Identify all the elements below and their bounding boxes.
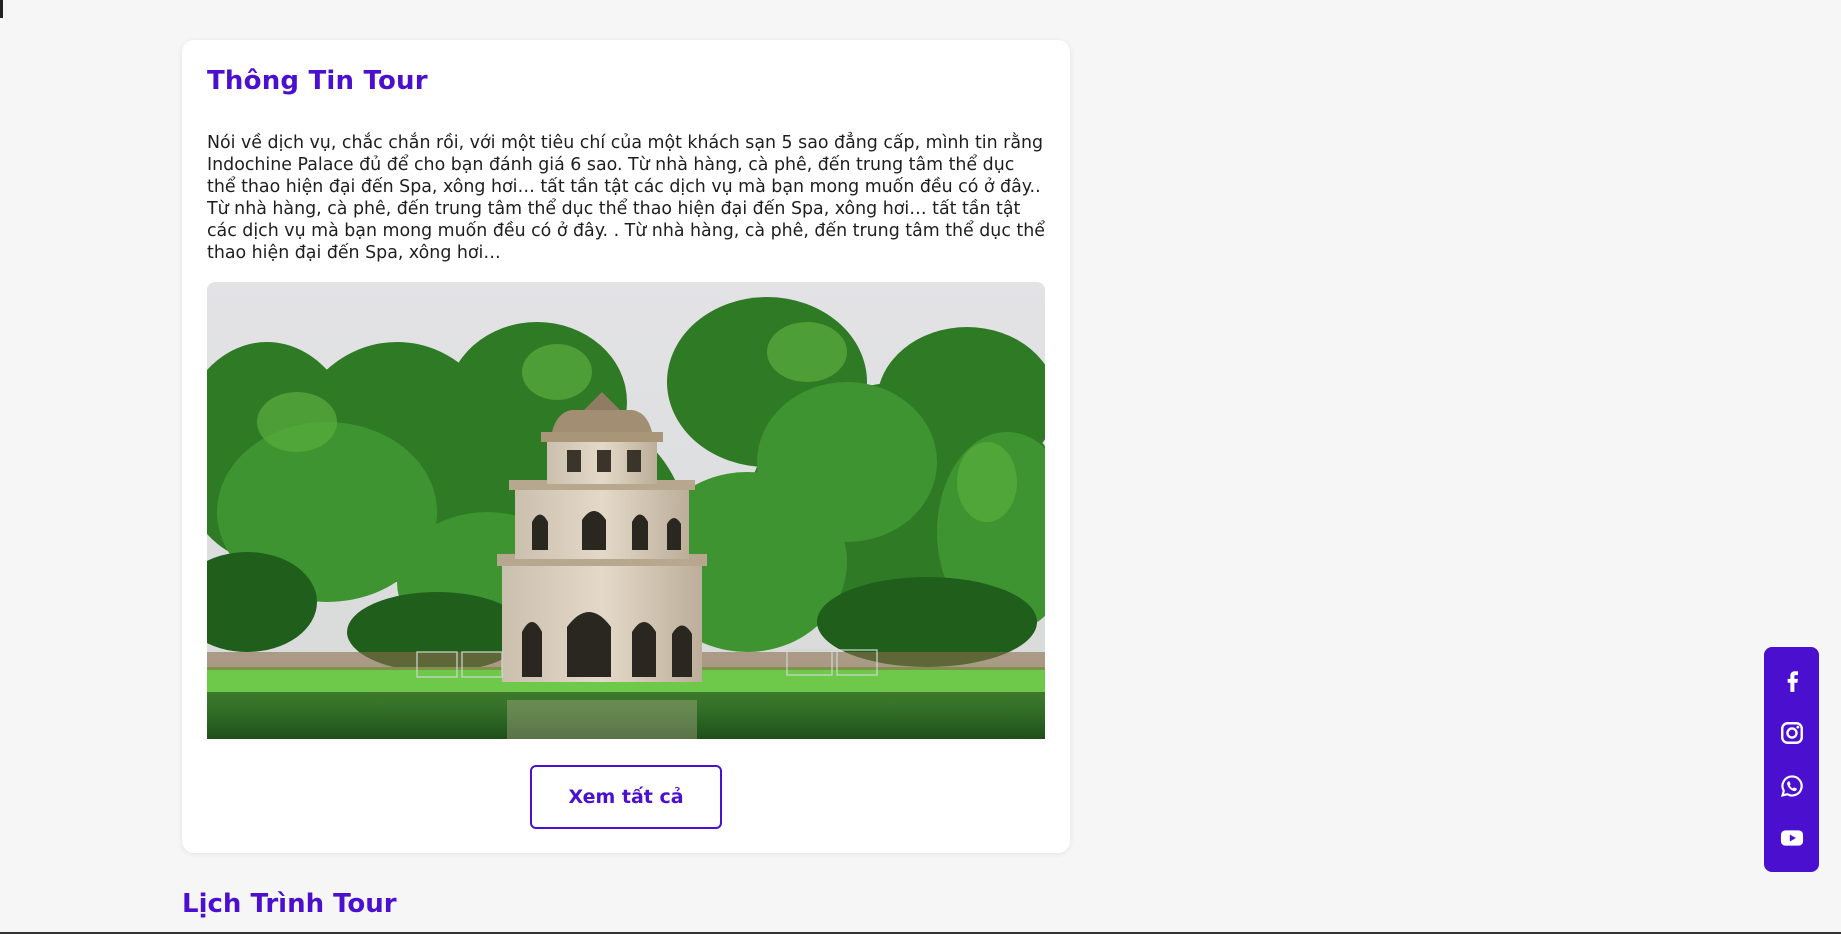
- tour-info-card: Thông Tin Tour Nói về dịch vụ, chắc chắn…: [182, 40, 1070, 853]
- schedule-title: Lịch Trình Tour: [182, 889, 397, 919]
- instagram-link[interactable]: [1775, 716, 1809, 750]
- social-sidebar: [1764, 647, 1819, 872]
- page: Thông Tin Tour Nói về dịch vụ, chắc chắn…: [0, 0, 1841, 934]
- tour-info-description: Nói về dịch vụ, chắc chắn rồi, với một t…: [207, 133, 1045, 263]
- whatsapp-icon: [1780, 775, 1803, 797]
- view-all-button[interactable]: Xem tất cả: [530, 765, 722, 829]
- turtle-tower-photo: [207, 282, 1045, 739]
- page-edge-mark: [0, 0, 3, 18]
- instagram-icon: [1780, 722, 1803, 745]
- tour-image: [207, 282, 1045, 739]
- whatsapp-link[interactable]: [1775, 769, 1809, 803]
- youtube-link[interactable]: [1775, 821, 1809, 855]
- facebook-link[interactable]: [1775, 664, 1809, 698]
- facebook-icon: [1787, 671, 1798, 692]
- youtube-icon: [1780, 830, 1803, 846]
- tour-info-title: Thông Tin Tour: [207, 66, 428, 96]
